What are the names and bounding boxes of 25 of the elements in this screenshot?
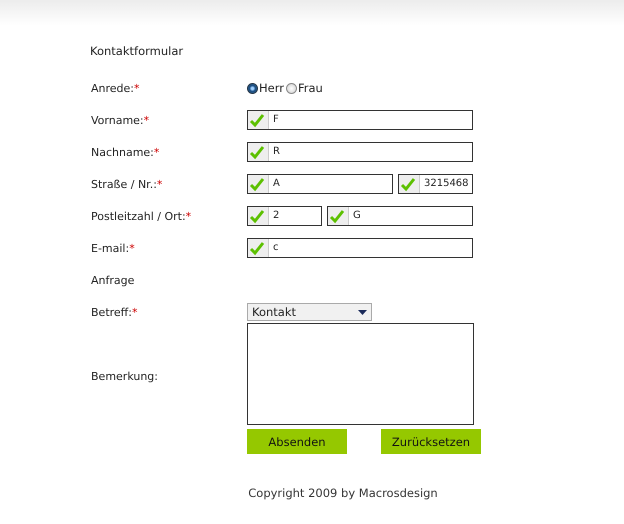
form-button[interactable]: Zurücksetzen [381, 429, 481, 454]
subject-dropdown[interactable]: Kontakt [247, 303, 372, 321]
input-field[interactable]: F [247, 110, 473, 130]
field-label: Nachname:* [91, 146, 160, 158]
input-field[interactable]: 2 [247, 206, 322, 226]
caret-icon [358, 310, 367, 314]
input-field[interactable]: R [247, 142, 473, 162]
form-button[interactable]: Absenden [247, 429, 347, 454]
input-field[interactable]: A [247, 174, 393, 194]
field-label: Straße / Nr.:* [91, 178, 162, 190]
input-field[interactable]: c [247, 238, 473, 258]
field-label: Anfrage [91, 274, 134, 286]
field-label: Postleitzahl / Ort:* [91, 210, 192, 222]
form-title: Kontaktformular [90, 44, 184, 58]
radio-option[interactable]: Herr [247, 81, 284, 95]
input-field[interactable]: G [327, 206, 473, 226]
copyright-text: Copyright 2009 by Macrosdesign [248, 486, 438, 500]
field-label: Anrede:* [91, 82, 140, 94]
radio-option[interactable]: Frau [286, 81, 323, 95]
input-field[interactable]: 3215468 [398, 174, 473, 194]
field-label: E-mail:* [91, 242, 135, 254]
field-label: Vorname:* [91, 114, 150, 126]
comment-box[interactable] [247, 323, 474, 425]
field-label: Bemerkung: [91, 370, 158, 382]
field-label: Betreff:* [91, 306, 138, 318]
